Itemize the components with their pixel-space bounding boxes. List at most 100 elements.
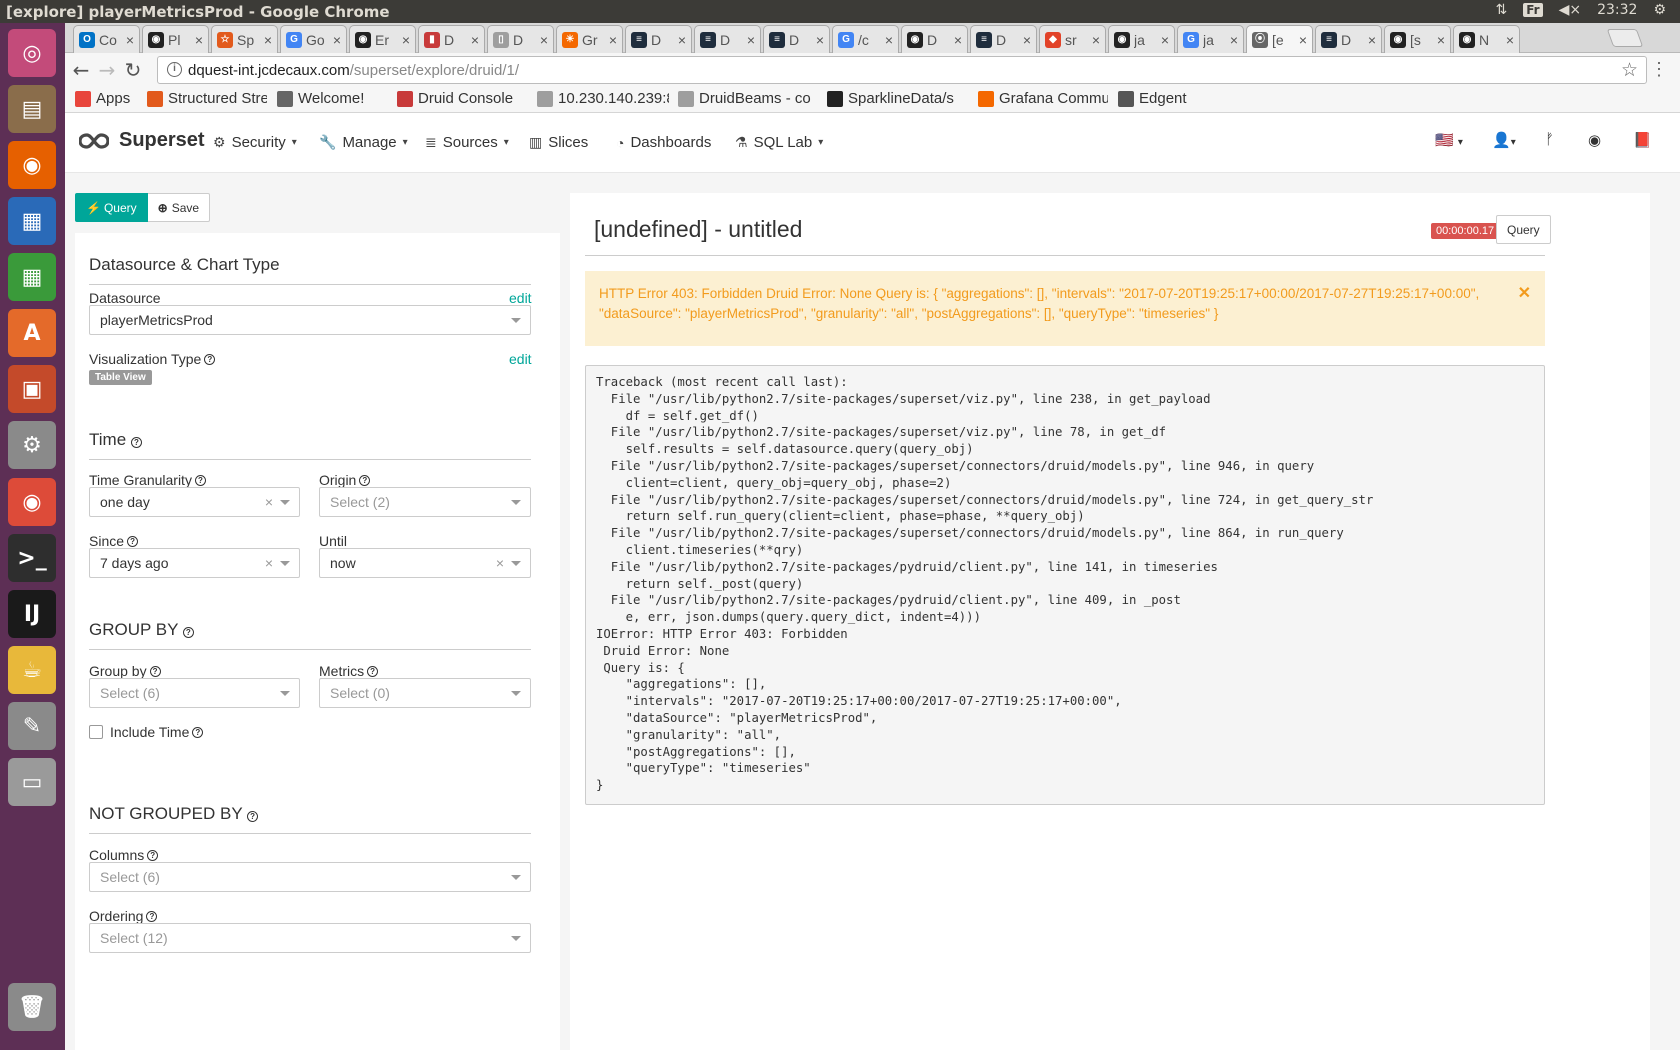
libreoffice-writer-icon[interactable]: ▦ (8, 197, 56, 245)
bookmark-item[interactable]: 10.230.140.239:8 (537, 90, 669, 107)
close-tab-icon[interactable]: × (1506, 32, 1514, 48)
close-tab-icon[interactable]: × (264, 32, 272, 48)
help-icon[interactable]: ? (367, 665, 379, 677)
chart-title[interactable]: [undefined] - untitled (594, 216, 802, 243)
github-icon[interactable]: ◉ (1588, 131, 1601, 149)
clear-icon[interactable]: × (496, 555, 504, 571)
help-icon[interactable]: ? (192, 726, 204, 738)
help-icon[interactable]: ? (146, 910, 158, 922)
browser-tab[interactable]: ◉ Er × (349, 25, 416, 53)
volume-icon[interactable]: ◀× (1559, 2, 1582, 18)
browser-tab[interactable]: ▯ D × (487, 25, 554, 53)
close-tab-icon[interactable]: × (126, 32, 134, 48)
chrome-icon[interactable]: ◉ (8, 478, 56, 526)
nav-item-manage[interactable]: 🔧 Manage ▾ (319, 134, 408, 151)
bookmark-item[interactable]: DruidBeams - co (678, 90, 811, 107)
reload-icon[interactable]: ↻ (121, 59, 145, 83)
close-tab-icon[interactable]: × (333, 32, 341, 48)
clear-icon[interactable]: × (265, 494, 273, 510)
help-icon[interactable]: ? (204, 353, 216, 365)
bookmark-item[interactable]: Grafana Commu (978, 90, 1108, 107)
close-tab-icon[interactable]: × (885, 32, 893, 48)
close-tab-icon[interactable]: × (471, 32, 479, 48)
close-tab-icon[interactable]: × (609, 32, 617, 48)
close-tab-icon[interactable]: × (1230, 32, 1238, 48)
browser-tab[interactable]: ☆ Sp × (211, 25, 278, 53)
browser-tab[interactable]: ☀ Gr × (556, 25, 623, 53)
save-button[interactable]: ⊕ Save (147, 193, 211, 222)
browser-tab[interactable]: ≡ D × (1315, 25, 1382, 53)
intellij-icon[interactable]: IJ (8, 590, 56, 638)
browser-tab[interactable]: ▮ D × (418, 25, 485, 53)
help-icon[interactable]: ? (127, 535, 139, 547)
close-tab-icon[interactable]: × (1092, 32, 1100, 48)
libreoffice-calc-icon[interactable]: ▦ (8, 253, 56, 301)
browser-tab[interactable]: ◉ N × (1453, 25, 1520, 53)
help-icon[interactable]: ? (194, 474, 206, 486)
clock[interactable]: 23:32 (1597, 2, 1637, 18)
browser-tab[interactable]: ≡ D × (625, 25, 692, 53)
new-tab-button[interactable] (1606, 29, 1644, 47)
clear-icon[interactable]: × (265, 555, 273, 571)
ubuntu-dash-icon[interactable]: ◎ (8, 29, 56, 77)
info-icon[interactable]: i (167, 62, 182, 77)
chart-query-button[interactable]: Query (1496, 215, 1551, 244)
ordering-select[interactable]: Select (12) (89, 923, 531, 953)
browser-tab[interactable]: ◆ sr × (1039, 25, 1106, 53)
nav-item-sql-lab[interactable]: ⚗ SQL Lab ▾ (735, 134, 823, 151)
keyboard-layout-indicator[interactable]: Fr (1523, 3, 1543, 17)
close-tab-icon[interactable]: × (402, 32, 410, 48)
address-bar[interactable]: i dquest-int.jcdecaux.com/superset/explo… (157, 56, 1647, 84)
include-time-checkbox[interactable] (89, 725, 103, 739)
power-gear-icon[interactable]: ⚙ (1653, 2, 1666, 18)
query-button[interactable]: ⚡ Query (75, 193, 148, 222)
disk-icon[interactable]: ▭ (8, 758, 56, 806)
browser-tab[interactable]: ◉ [s × (1384, 25, 1451, 53)
bookmark-item[interactable]: SparklineData/s (827, 90, 954, 107)
superset-brand[interactable]: Superset (79, 129, 205, 152)
help-icon[interactable]: ? (130, 437, 142, 448)
close-icon[interactable]: ✕ (1518, 284, 1531, 304)
nav-item-dashboards[interactable]: ◔ Dashboards (616, 134, 711, 151)
columns-select[interactable]: Select (6) (89, 862, 531, 892)
forward-arrow-icon[interactable]: → (95, 59, 119, 83)
docs-book-icon[interactable]: 📕 (1633, 131, 1652, 149)
software-center-icon[interactable]: A (8, 309, 56, 357)
nav-item-security[interactable]: ⚙ Security ▾ (213, 134, 297, 151)
bookmark-item[interactable]: Apps (75, 90, 130, 107)
browser-tab[interactable]: ◉ ja × (1108, 25, 1175, 53)
browser-tab[interactable]: ≡ D × (763, 25, 830, 53)
help-icon[interactable]: ? (359, 474, 371, 486)
nav-item-slices[interactable]: ▥ Slices (529, 134, 588, 151)
user-icon[interactable]: 👤▾ (1492, 131, 1516, 149)
close-tab-icon[interactable]: × (747, 32, 755, 48)
bookmark-star-icon[interactable]: ☆ (1621, 59, 1638, 82)
language-flag-icon[interactable]: 🇺🇸 ▾ (1435, 131, 1463, 149)
back-arrow-icon[interactable]: ← (69, 59, 93, 83)
help-icon[interactable]: ? (149, 665, 161, 677)
browser-tab[interactable]: Gja × (1177, 25, 1244, 53)
close-tab-icon[interactable]: × (954, 32, 962, 48)
system-settings-icon[interactable]: ⚙ (8, 421, 56, 469)
browser-tab[interactable]: ◉ D × (901, 25, 968, 53)
file-manager-icon[interactable]: ▤ (8, 85, 56, 133)
browser-tab[interactable]: ⦿ [e × (1246, 25, 1313, 53)
origin-select[interactable]: Select (2) (319, 487, 531, 517)
bookmark-item[interactable]: Edgent (1118, 90, 1187, 107)
viz-type-edit-link[interactable]: edit (509, 351, 532, 367)
browser-menu-icon[interactable]: ⋮ (1650, 59, 1668, 80)
browser-tab[interactable]: O Co × (73, 25, 140, 53)
close-tab-icon[interactable]: × (816, 32, 824, 48)
close-tab-icon[interactable]: × (1437, 32, 1445, 48)
bookmark-item[interactable]: Structured Strea (147, 90, 267, 107)
groupby-select[interactable]: Select (6) (89, 678, 300, 708)
bookmark-item[interactable]: Welcome! (277, 90, 364, 107)
browser-tab[interactable]: G Go × (280, 25, 347, 53)
metrics-select[interactable]: Select (0) (319, 678, 531, 708)
help-icon[interactable]: ? (247, 811, 259, 822)
browser-tab[interactable]: G/c × (832, 25, 899, 53)
nav-item-sources[interactable]: ≣ Sources ▾ (425, 134, 509, 151)
browser-tab[interactable]: ◉ Pl × (142, 25, 209, 53)
terminal-icon[interactable]: >_ (8, 534, 56, 582)
bookmark-item[interactable]: Druid Console (397, 90, 513, 107)
